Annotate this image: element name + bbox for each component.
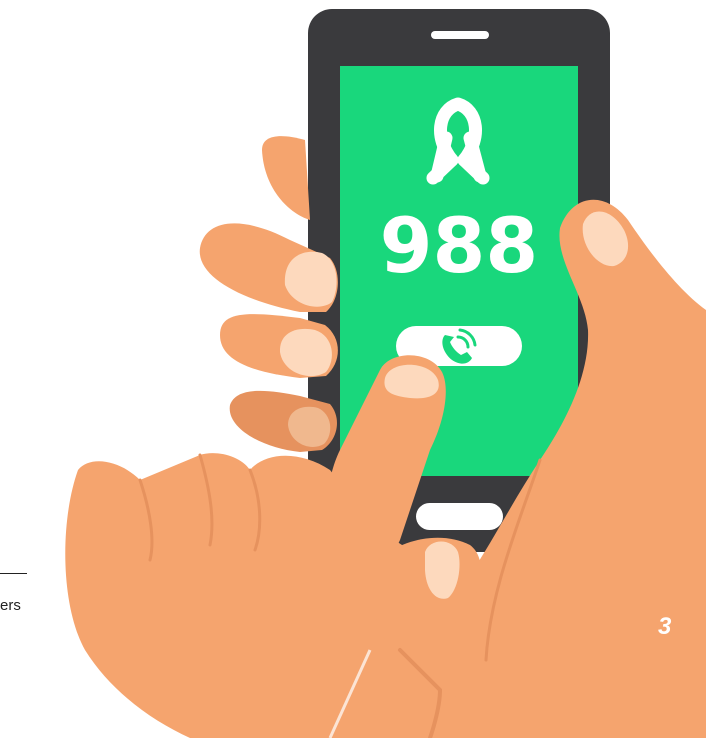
illustration: 988 bbox=[65, 9, 706, 738]
footer-rule bbox=[0, 573, 27, 574]
speaker-slot bbox=[431, 31, 489, 39]
page-number: 3 bbox=[658, 613, 672, 640]
finger-top bbox=[262, 136, 310, 220]
footer-text: ers bbox=[0, 597, 21, 614]
crisis-line-number: 988 bbox=[380, 201, 539, 290]
home-button[interactable] bbox=[416, 503, 503, 530]
